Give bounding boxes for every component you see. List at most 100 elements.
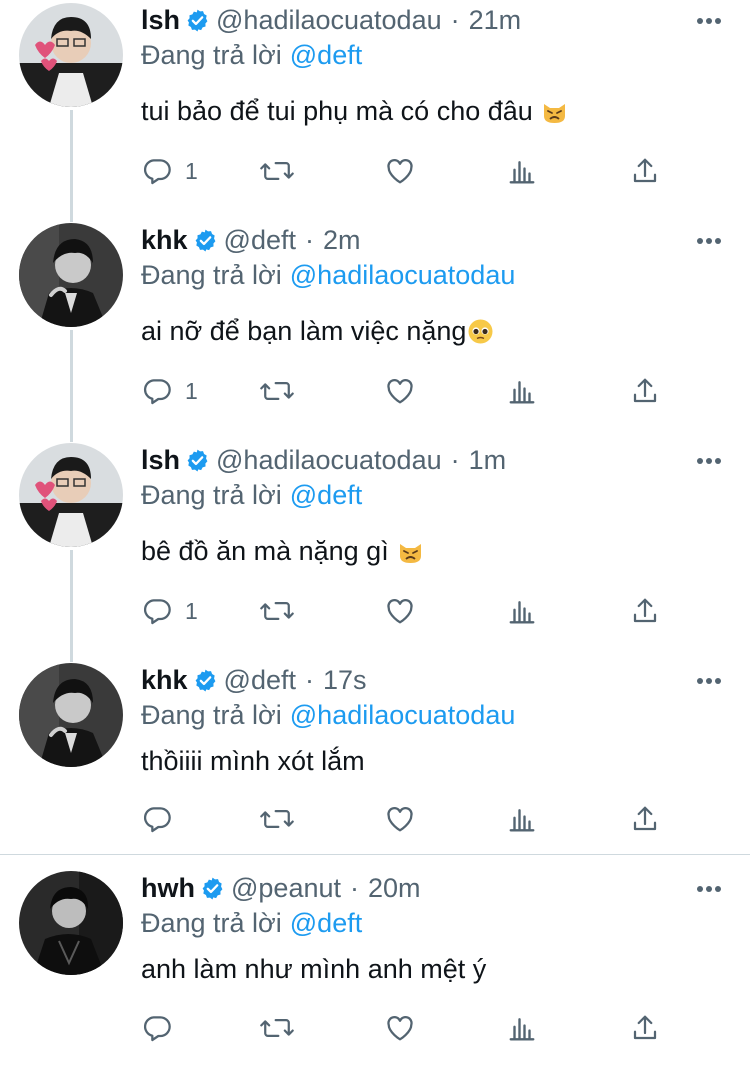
- share-icon: [633, 598, 657, 623]
- like-button[interactable]: [384, 803, 416, 835]
- tweet[interactable]: lsh @hadilaocuatodau · 21m Đang trả lời @…: [0, 0, 750, 220]
- retweet-icon: [260, 382, 294, 400]
- retweet-icon: [260, 602, 294, 620]
- retweet-icon: [260, 1019, 294, 1037]
- replying-to-mention[interactable]: @deft: [290, 40, 362, 70]
- timestamp[interactable]: 21m: [469, 5, 522, 36]
- verified-badge-icon: [200, 876, 225, 901]
- tweet-header: khk @deft · 17s: [141, 660, 367, 700]
- share-icon: [633, 158, 657, 183]
- reply-button[interactable]: 1: [141, 375, 198, 407]
- heart-icon: [387, 379, 413, 404]
- avatar-lsh[interactable]: [19, 3, 123, 107]
- replying-to: Đang trả lời @deft: [141, 908, 362, 939]
- reply-count: 1: [185, 597, 198, 624]
- reply-button[interactable]: [141, 803, 173, 835]
- retweet-button[interactable]: [260, 595, 294, 627]
- more-dots-icon[interactable]: [696, 232, 722, 250]
- retweet-button[interactable]: [260, 155, 294, 187]
- display-name[interactable]: khk: [141, 665, 188, 696]
- reply-icon: [143, 379, 171, 405]
- views-button[interactable]: [507, 155, 537, 187]
- analytics-icon: [509, 1018, 535, 1041]
- share-button[interactable]: [630, 803, 660, 835]
- analytics-icon: [509, 161, 535, 184]
- timestamp[interactable]: 2m: [323, 225, 361, 256]
- timestamp[interactable]: 17s: [323, 665, 367, 696]
- replying-to-mention[interactable]: @hadilaocuatodau: [290, 700, 516, 730]
- more-dots-icon[interactable]: [696, 880, 722, 898]
- tweet-text: ai nỡ để bạn làm việc nặng: [141, 316, 494, 347]
- retweet-button[interactable]: [260, 375, 294, 407]
- user-handle[interactable]: @deft: [224, 225, 296, 256]
- more-dots-icon[interactable]: [696, 672, 722, 690]
- avatar-khk[interactable]: [19, 223, 123, 327]
- share-button[interactable]: [630, 595, 660, 627]
- retweet-button[interactable]: [260, 803, 294, 835]
- replying-to-label: Đang trả lời: [141, 700, 282, 730]
- tweet-actions: 1: [141, 595, 661, 631]
- tweet[interactable]: khk @deft · 17s Đang trả lời @hadilaocuat…: [0, 660, 750, 871]
- tweet[interactable]: hwh @peanut · 20m Đang trả lời @deft anh …: [0, 868, 750, 1076]
- reply-icon: [143, 1016, 171, 1042]
- tweet[interactable]: lsh @hadilaocuatodau · 1m Đang trả lời @d…: [0, 440, 750, 660]
- replying-to-label: Đang trả lời: [141, 908, 282, 938]
- divider: [0, 854, 750, 855]
- views-button[interactable]: [507, 803, 537, 835]
- tweet-actions: 1: [141, 375, 661, 411]
- reply-button[interactable]: 1: [141, 595, 198, 627]
- display-name[interactable]: hwh: [141, 873, 195, 904]
- tweet[interactable]: khk @deft · 2m Đang trả lời @hadilaocuato…: [0, 220, 750, 440]
- timestamp[interactable]: 20m: [368, 873, 421, 904]
- display-name[interactable]: lsh: [141, 445, 180, 476]
- avatar-lsh[interactable]: [19, 443, 123, 547]
- share-button[interactable]: [630, 375, 660, 407]
- views-button[interactable]: [507, 375, 537, 407]
- user-handle[interactable]: @hadilaocuatodau: [216, 445, 442, 476]
- tweet-text-body: tui bảo để tui phụ mà có cho đâu: [141, 96, 533, 126]
- more-dots-icon[interactable]: [696, 12, 722, 30]
- reply-count: 1: [185, 377, 198, 404]
- user-handle[interactable]: @deft: [224, 665, 296, 696]
- user-handle[interactable]: @hadilaocuatodau: [216, 5, 442, 36]
- like-button[interactable]: [384, 595, 416, 627]
- share-button[interactable]: [630, 1012, 660, 1044]
- weary-cat-emoji: [397, 538, 424, 565]
- replying-to-label: Đang trả lời: [141, 40, 282, 70]
- tweet-text: anh làm như mình anh mệt ý: [141, 954, 486, 985]
- avatar-khk[interactable]: [19, 663, 123, 767]
- analytics-icon: [509, 809, 535, 832]
- replying-to-label: Đang trả lời: [141, 480, 282, 510]
- share-icon: [633, 806, 657, 831]
- separator-dot: ·: [450, 444, 460, 475]
- replying-to-mention[interactable]: @hadilaocuatodau: [290, 260, 516, 290]
- retweet-icon: [260, 810, 294, 828]
- retweet-button[interactable]: [260, 1012, 294, 1044]
- tweet-header: hwh @peanut · 20m: [141, 868, 421, 908]
- more-dots-icon[interactable]: [696, 452, 722, 470]
- display-name[interactable]: lsh: [141, 5, 180, 36]
- tweet-header: khk @deft · 2m: [141, 220, 361, 260]
- replying-to-mention[interactable]: @deft: [290, 908, 362, 938]
- share-button[interactable]: [630, 155, 660, 187]
- reply-button[interactable]: 1: [141, 155, 198, 187]
- reply-count: 1: [185, 157, 198, 184]
- views-button[interactable]: [507, 595, 537, 627]
- replying-to-mention[interactable]: @deft: [290, 480, 362, 510]
- avatar-hwh[interactable]: [19, 871, 123, 975]
- like-button[interactable]: [384, 1012, 416, 1044]
- tweet-text-body: ai nỡ để bạn làm việc nặng: [141, 316, 467, 346]
- tweet-header: lsh @hadilaocuatodau · 21m: [141, 0, 521, 40]
- replying-to: Đang trả lời @deft: [141, 40, 362, 71]
- replying-to-label: Đang trả lời: [141, 260, 282, 290]
- timestamp[interactable]: 1m: [469, 445, 507, 476]
- replying-to: Đang trả lời @hadilaocuatodau: [141, 700, 515, 731]
- user-handle[interactable]: @peanut: [231, 873, 341, 904]
- reply-button[interactable]: [141, 1012, 173, 1044]
- reply-icon: [143, 159, 171, 185]
- tweet-header: lsh @hadilaocuatodau · 1m: [141, 440, 506, 480]
- views-button[interactable]: [507, 1012, 537, 1044]
- display-name[interactable]: khk: [141, 225, 188, 256]
- like-button[interactable]: [384, 375, 416, 407]
- like-button[interactable]: [384, 155, 416, 187]
